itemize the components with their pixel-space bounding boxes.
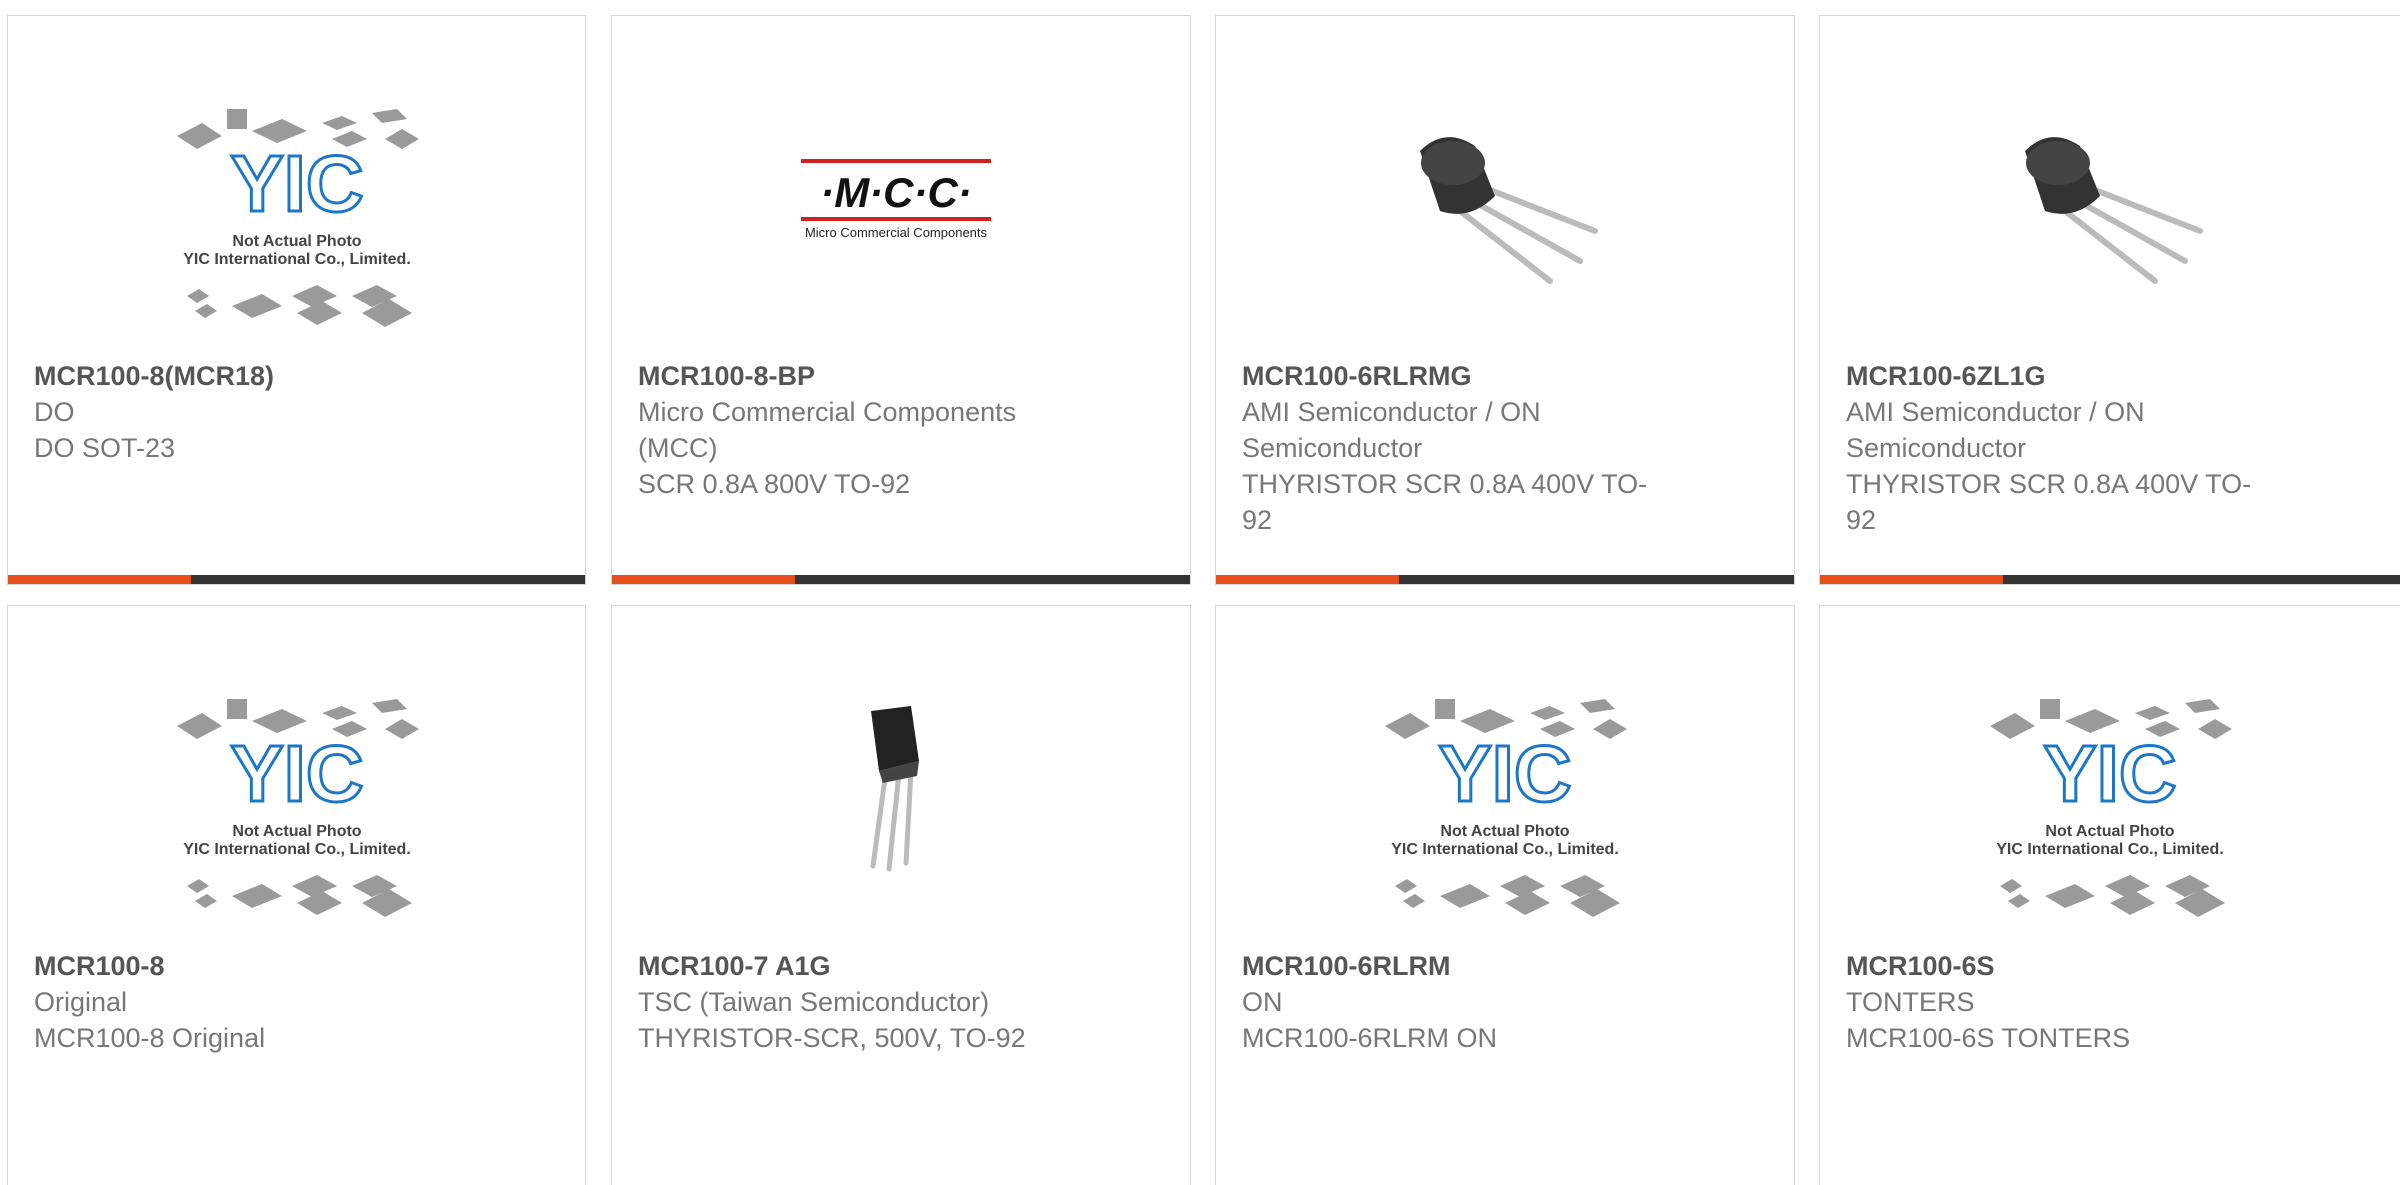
product-card[interactable]: ·M·C·C· Micro Commercial Components MCR1…: [611, 15, 1191, 585]
svg-text:YIC: YIC: [1438, 729, 1571, 818]
product-image: ·M·C·C· Micro Commercial Components: [761, 101, 1041, 341]
part-number[interactable]: MCR100-6ZL1G: [1846, 358, 2374, 394]
part-number[interactable]: MCR100-6RLRMG: [1242, 358, 1768, 394]
card-footer-bar: [8, 575, 585, 584]
svg-text:YIC: YIC: [230, 729, 363, 818]
manufacturer: AMI Semiconductor / ON Semiconductor: [1846, 397, 2145, 463]
card-footer-bar: [1216, 575, 1794, 584]
part-number[interactable]: MCR100-8: [34, 948, 559, 984]
part-number[interactable]: MCR100-6S: [1846, 948, 2374, 984]
description: SCR 0.8A 800V TO-92: [638, 469, 911, 499]
description: THYRISTOR-SCR, 500V, TO-92: [638, 1023, 1026, 1053]
product-card[interactable]: YIC Not Actual Photo YIC International C…: [7, 15, 586, 585]
manufacturer: DO: [34, 397, 75, 427]
manufacturer: Original: [34, 987, 128, 1017]
svg-text:·M·C·C·: ·M·C·C·: [820, 169, 972, 216]
product-image: [1365, 101, 1645, 341]
manufacturer: TONTERS: [1846, 987, 1975, 1017]
svg-text:YIC International Co., Limited: YIC International Co., Limited.: [1391, 841, 1619, 858]
svg-text:YIC International Co., Limited: YIC International Co., Limited.: [1996, 841, 2224, 858]
description: MCR100-6RLRM ON: [1242, 1023, 1498, 1053]
manufacturer: Micro Commercial Components (MCC): [638, 397, 1017, 463]
product-card[interactable]: YIC Not Actual Photo YIC International C…: [1819, 605, 2400, 1185]
svg-text:YIC: YIC: [2043, 729, 2176, 818]
product-image: YIC Not Actual Photo YIC International C…: [1970, 691, 2250, 931]
product-card[interactable]: MCR100-7 A1G TSC (Taiwan Semiconductor) …: [611, 605, 1191, 1185]
svg-text:Not Actual Photo: Not Actual Photo: [1440, 823, 1569, 840]
description: THYRISTOR SCR 0.8A 400V TO-92: [1242, 469, 1648, 535]
description: MCR100-8 Original: [34, 1023, 266, 1053]
manufacturer: AMI Semiconductor / ON Semiconductor: [1242, 397, 1541, 463]
part-number[interactable]: MCR100-8-BP: [638, 358, 1164, 394]
product-card[interactable]: YIC Not Actual Photo YIC International C…: [7, 605, 586, 1185]
product-card[interactable]: YIC Not Actual Photo YIC International C…: [1215, 605, 1795, 1185]
part-number[interactable]: MCR100-8(MCR18): [34, 358, 559, 394]
svg-text:YIC International Co., Limited: YIC International Co., Limited.: [183, 251, 411, 268]
svg-text:Not Actual Photo: Not Actual Photo: [232, 823, 361, 840]
svg-text:YIC: YIC: [230, 139, 363, 228]
manufacturer: ON: [1242, 987, 1283, 1017]
product-grid: YIC Not Actual Photo YIC International C…: [0, 0, 2400, 1185]
product-image: YIC Not Actual Photo YIC International C…: [157, 101, 437, 341]
part-number[interactable]: MCR100-6RLRM: [1242, 948, 1768, 984]
card-footer-bar: [1820, 575, 2400, 584]
product-card[interactable]: MCR100-6ZL1G AMI Semiconductor / ON Semi…: [1819, 15, 2400, 585]
description: MCR100-6S TONTERS: [1846, 1023, 2131, 1053]
svg-text:YIC International Co., Limited: YIC International Co., Limited.: [183, 841, 411, 858]
product-card[interactable]: MCR100-6RLRMG AMI Semiconductor / ON Sem…: [1215, 15, 1795, 585]
svg-text:Micro Commercial Components: Micro Commercial Components: [805, 225, 988, 240]
description: DO SOT-23: [34, 433, 176, 463]
product-image: [1970, 101, 2250, 341]
manufacturer: TSC (Taiwan Semiconductor): [638, 987, 990, 1017]
description: THYRISTOR SCR 0.8A 400V TO-92: [1846, 469, 2252, 535]
part-number[interactable]: MCR100-7 A1G: [638, 948, 1164, 984]
image-caption: Not Actual Photo: [232, 233, 361, 250]
product-image: [761, 691, 1041, 931]
product-image: YIC Not Actual Photo YIC International C…: [157, 691, 437, 931]
product-image: YIC Not Actual Photo YIC International C…: [1365, 691, 1645, 931]
svg-text:Not Actual Photo: Not Actual Photo: [2045, 823, 2174, 840]
card-footer-bar: [612, 575, 1190, 584]
